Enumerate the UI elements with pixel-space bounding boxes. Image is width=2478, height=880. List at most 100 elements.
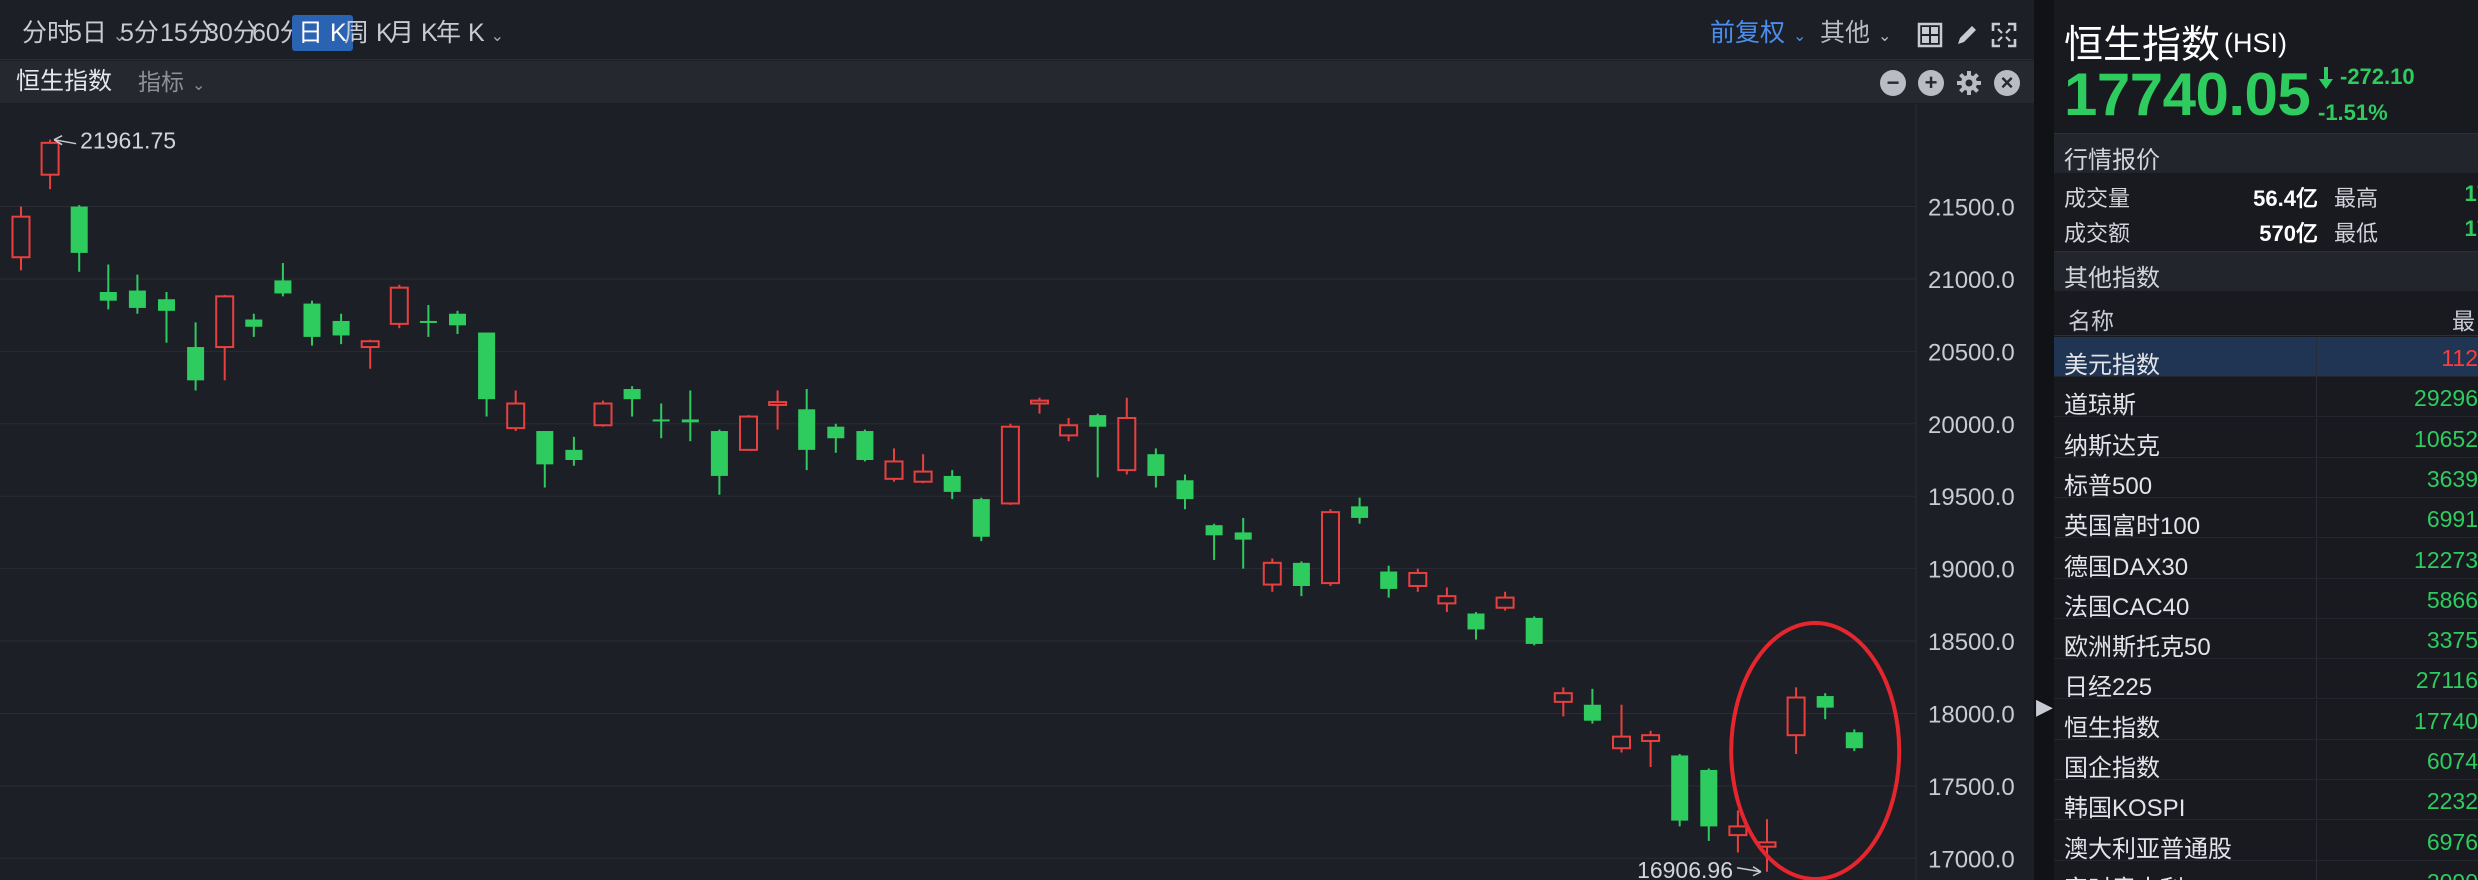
candle-body-down xyxy=(245,319,263,327)
index-row-value: 6991 xyxy=(2426,506,2478,533)
collapse-arrow-icon[interactable]: ▶ xyxy=(2036,692,2053,722)
candle xyxy=(1292,561,1310,597)
candle-body-up xyxy=(739,415,758,451)
chart-panel: 分时 5日 ⌄ 5分 15分 30分 60分日 K周 K月 K年 K ⌄ 前复权 ⌄ 其他 ⌄ 恒… xyxy=(0,0,2034,880)
index-row-value: 3375 xyxy=(2426,627,2478,654)
candle xyxy=(1321,509,1340,586)
candle-body-down xyxy=(943,475,961,492)
index-row[interactable]: 美元指数 112 xyxy=(2054,337,2478,379)
price-adjust-label: 前复权 xyxy=(1710,19,1786,47)
index-row[interactable]: 英国富时100 6991 xyxy=(2054,498,2478,541)
index-row[interactable]: 日经225 27116 xyxy=(2054,659,2478,701)
index-row[interactable]: 道琼斯 29296 xyxy=(2054,377,2478,419)
price-adjust-dropdown[interactable]: 前复权 ⌄ xyxy=(1710,15,1806,51)
index-row[interactable]: 标普500 3639 xyxy=(2054,457,2478,500)
candle-body-up xyxy=(360,340,380,349)
zoom-out-icon[interactable]: − xyxy=(1880,70,1906,96)
candle-body-down xyxy=(972,499,990,537)
candle xyxy=(1117,397,1137,475)
candle xyxy=(11,206,31,271)
grid-layout-icon[interactable] xyxy=(1917,22,1943,48)
index-row[interactable]: 韩国KOSPI 2232 xyxy=(2054,780,2478,822)
index-row-value: 6074 xyxy=(2426,748,2478,774)
y-tick-label: 19000.0 xyxy=(1928,557,2015,584)
candle-body-up xyxy=(768,401,788,406)
column-divider xyxy=(2316,377,2317,418)
index-row-name: 英国富时100 xyxy=(2064,513,2201,541)
column-divider xyxy=(2316,740,2317,780)
candle xyxy=(739,415,758,451)
candle-body-up xyxy=(1495,596,1515,609)
settings-icon[interactable] xyxy=(1956,70,1982,96)
candle-body-down xyxy=(158,299,175,311)
candle-body-down xyxy=(798,409,816,450)
candle-body-up xyxy=(1786,696,1806,737)
indicator-dropdown[interactable]: 指标 ⌄ xyxy=(138,64,205,100)
fullscreen-icon[interactable] xyxy=(1991,22,2017,48)
other-indices-title: 其他指数 xyxy=(2064,265,2160,292)
candle-body-down xyxy=(681,419,699,423)
candle xyxy=(1234,517,1252,569)
candle xyxy=(1495,591,1515,611)
candle-body-up xyxy=(1117,417,1137,472)
candle-body-down xyxy=(1351,506,1369,518)
index-row-name: 美元指数 xyxy=(2064,352,2160,379)
candle xyxy=(827,423,845,453)
index-row[interactable]: 富时意大利MIB 2090 xyxy=(2054,860,2478,880)
panel-divider xyxy=(2034,0,2054,880)
candle-body-down xyxy=(1525,617,1543,644)
candle xyxy=(1176,474,1194,510)
index-row[interactable]: 纳斯达克 10652 xyxy=(2054,417,2478,460)
candle xyxy=(1700,768,1718,841)
high-value: 17881.8 xyxy=(2464,181,2478,206)
candle-body-down xyxy=(1671,755,1689,821)
candle-body-down xyxy=(623,389,641,400)
index-row[interactable]: 法国CAC40 5866 xyxy=(2054,578,2478,621)
index-row[interactable]: 恒生指数 17740 xyxy=(2054,699,2478,742)
chart-title: 恒生指数 xyxy=(16,68,112,95)
index-row-value: 5866 xyxy=(2426,586,2478,613)
other-dropdown[interactable]: 其他 ⌄ xyxy=(1820,15,1891,51)
timeframe-tab[interactable]: 年 K ⌄ xyxy=(430,15,510,51)
index-row-name: 国企指数 xyxy=(2064,755,2160,782)
other-indices-header: 其他指数 xyxy=(2054,251,2478,292)
y-tick-label: 20000.0 xyxy=(1928,412,2015,439)
candle-body-up xyxy=(884,460,904,480)
candle xyxy=(99,264,117,310)
index-row-value: 29296 xyxy=(2414,385,2478,412)
y-tick-label: 19500.0 xyxy=(1928,484,2015,511)
candle xyxy=(1380,565,1398,598)
candle-body-up xyxy=(215,295,235,349)
y-tick-label: 18500.0 xyxy=(1928,629,2015,656)
period-toolbar: 分时 5日 ⌄ 5分 15分 30分 60分日 K周 K月 K年 K ⌄ 前复权 ⌄ 其他 ⌄ xyxy=(0,0,2034,60)
index-row[interactable]: 澳大利亚普通股 6976 xyxy=(2054,820,2478,863)
column-divider xyxy=(2316,860,2317,880)
draw-pen-icon[interactable] xyxy=(1954,22,1980,48)
candle xyxy=(710,429,728,495)
index-row-name: 法国CAC40 xyxy=(2064,593,2190,621)
candle xyxy=(70,205,88,272)
candle xyxy=(1786,687,1806,754)
candle-body-down xyxy=(419,320,437,323)
column-divider xyxy=(2316,538,2317,579)
candle-body-up xyxy=(1262,561,1282,586)
zoom-in-icon[interactable]: + xyxy=(1918,70,1944,96)
high-label: 最高 xyxy=(2334,186,2379,211)
candle-body-down xyxy=(1467,613,1485,630)
index-row[interactable]: 欧洲斯托克50 3375 xyxy=(2054,619,2478,661)
candle-body-down xyxy=(1816,696,1834,708)
candle-body-up xyxy=(1000,425,1020,505)
index-row[interactable]: 德国DAX30 12273 xyxy=(2054,538,2478,581)
close-icon[interactable]: × xyxy=(1994,70,2020,96)
candle-body-up xyxy=(1728,825,1748,837)
chevron-down-icon: ⌄ xyxy=(1793,28,1807,45)
candle-body-up xyxy=(1612,735,1631,750)
candle xyxy=(389,284,409,329)
candle-body-down xyxy=(1380,571,1398,589)
candle xyxy=(1671,754,1689,827)
candlestick-chart[interactable]: 21500.0 21000.0 20500.0 20000.0 19500.0 19000… xyxy=(0,104,2034,880)
y-tick-label: 17000.0 xyxy=(1928,846,2015,873)
price-change-percent: -1.51% xyxy=(2318,100,2388,125)
candle xyxy=(652,403,670,439)
index-row[interactable]: 国企指数 6074 xyxy=(2054,740,2478,782)
